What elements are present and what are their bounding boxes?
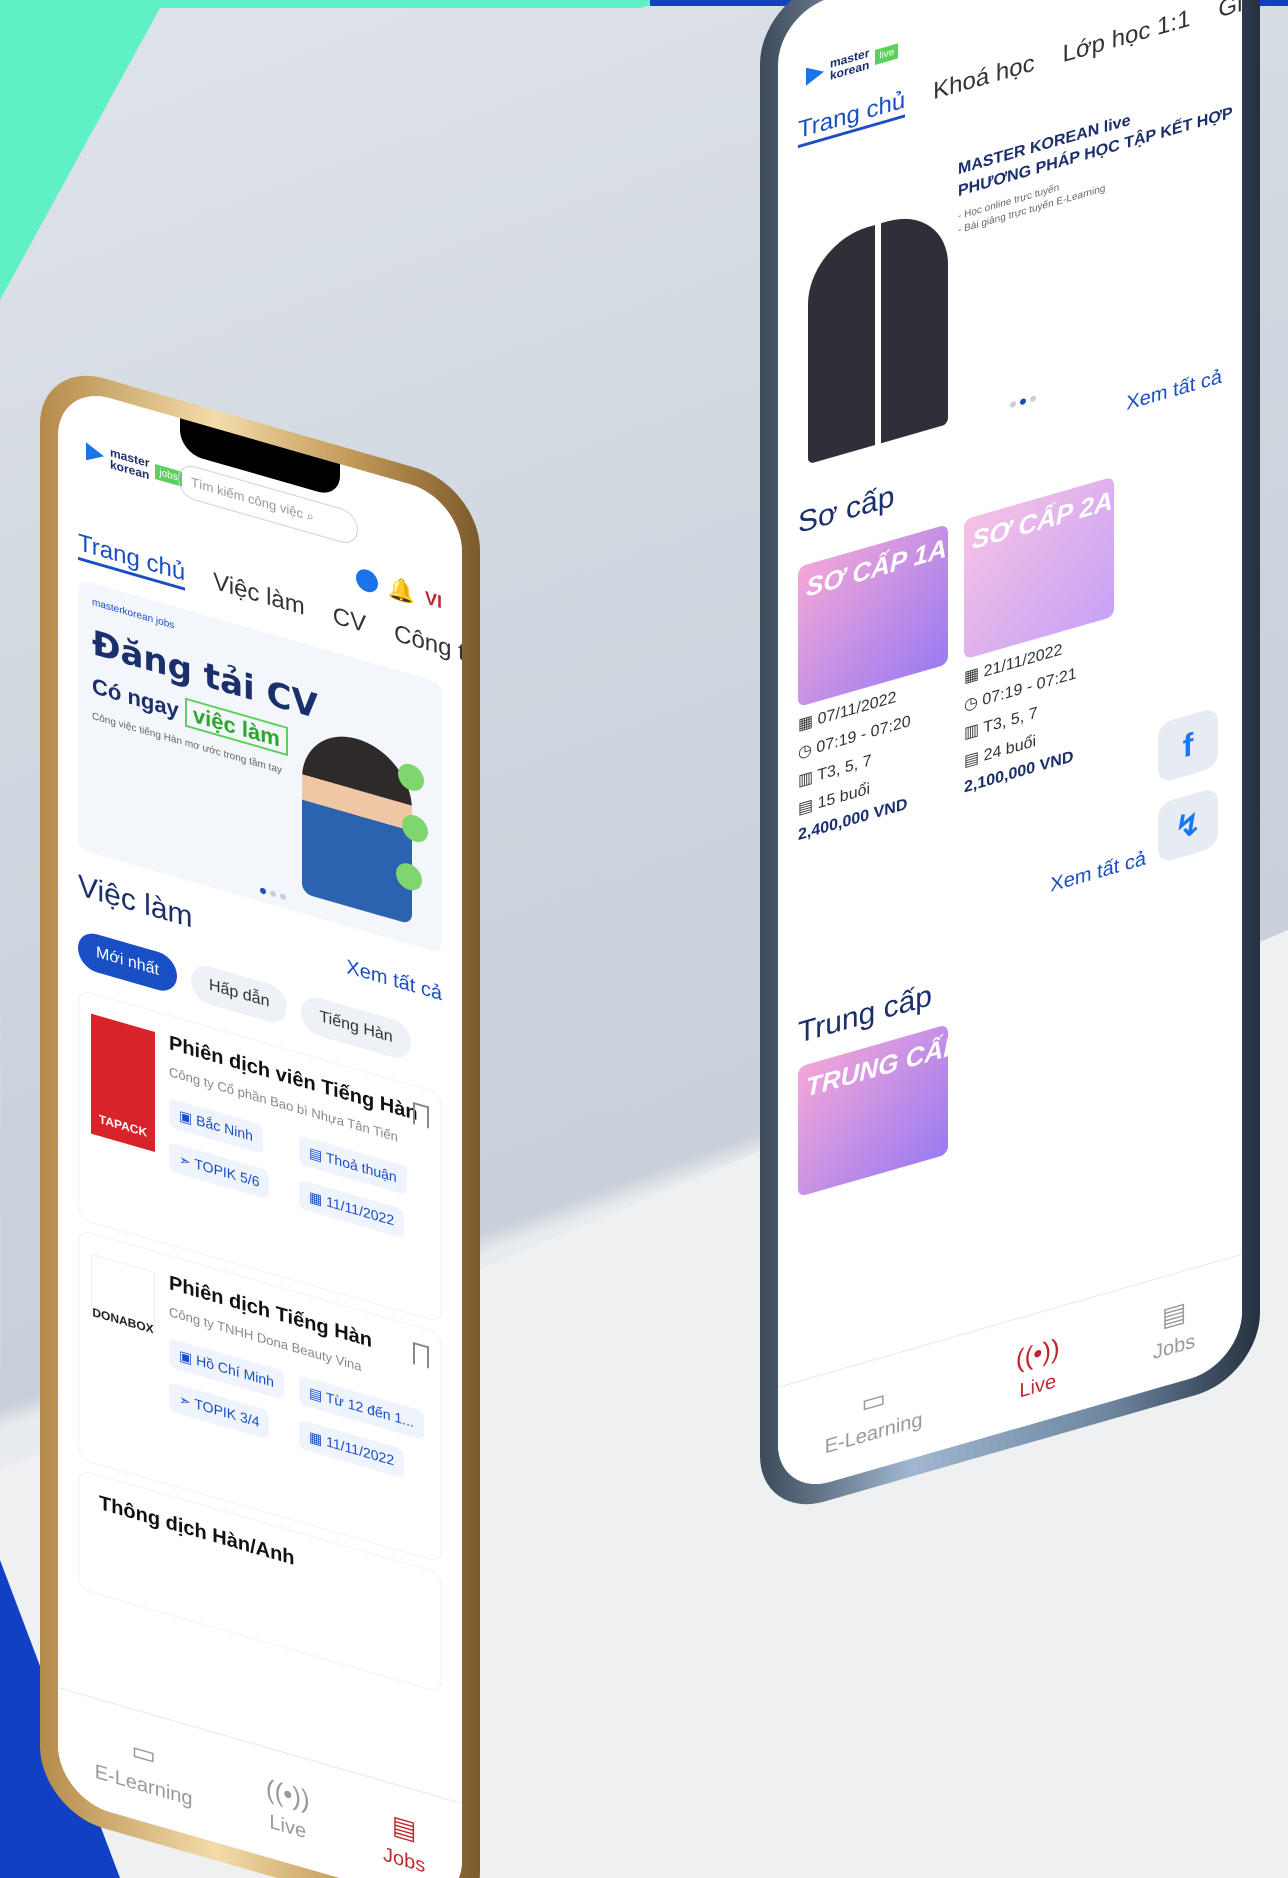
pager-dot[interactable] <box>270 889 276 898</box>
header-actions: 🔔 VI <box>355 564 442 615</box>
section-title-beginner: Sơ cấp <box>798 479 895 541</box>
jobs-logo[interactable]: master korean jobs <box>86 439 182 490</box>
document-icon: ▤ <box>391 1808 417 1846</box>
phone-jobs-app: master korean jobs Tìm kiếm công việc ⌕ … <box>40 360 480 1878</box>
pager-dot[interactable] <box>1010 400 1016 409</box>
course-card[interactable]: TRUNG CẤP 1B <box>798 1024 948 1198</box>
logo-mark-icon <box>806 63 824 86</box>
tab-company[interactable]: Công ty <box>394 620 462 675</box>
phone-live-app: 🔔 VI master korean live Trang chủ Khoá h… <box>760 0 1260 1520</box>
tab-cv[interactable]: CV <box>333 602 366 643</box>
tab-one-on-one[interactable]: Lớp học 1:1 <box>1063 5 1191 73</box>
see-all-link[interactable]: Xem tất cả <box>346 956 442 1006</box>
tab-home[interactable]: Trang chủ <box>78 528 186 591</box>
pager-dot[interactable] <box>280 892 286 901</box>
nav-jobs[interactable]: ▤ Jobs <box>383 1806 425 1878</box>
filter-newest[interactable]: Mới nhất <box>78 928 177 996</box>
monitor-icon: ▭ <box>861 1381 886 1419</box>
language-switch[interactable]: VI <box>425 587 442 613</box>
document-icon: ▤ <box>1161 1295 1187 1333</box>
banner-person-image <box>302 723 412 925</box>
pager-dot[interactable] <box>1030 394 1036 403</box>
monitor-icon: ▭ <box>131 1733 156 1771</box>
jobs-screen: master korean jobs Tìm kiếm công việc ⌕ … <box>58 383 462 1878</box>
live-screen: 🔔 VI master korean live Trang chủ Khoá h… <box>778 0 1242 1497</box>
course-card[interactable]: SƠ CẤP 2A ▦ 21/11/2022 ◷ 07:19 - 07:21 ▥… <box>964 476 1114 797</box>
tab-jobs[interactable]: Việc làm <box>213 568 305 625</box>
nav-elearning[interactable]: ▭ E-Learning <box>825 1371 923 1459</box>
banner-pager <box>1010 394 1036 409</box>
section-title-jobs: Việc làm <box>78 868 193 935</box>
nav-live[interactable]: ((•)) Live <box>266 1772 310 1845</box>
search-icon: ⌕ <box>306 507 314 525</box>
pager-dot[interactable] <box>1020 397 1026 406</box>
nav-elearning[interactable]: ▭ E-Learning <box>95 1723 193 1811</box>
facebook-icon[interactable]: f <box>1158 706 1218 784</box>
live-logo[interactable]: master korean live <box>806 38 899 88</box>
students-image <box>808 204 948 465</box>
logo-tag: live <box>875 42 899 65</box>
company-logo: TAPACK <box>91 1013 155 1152</box>
filter-attractive[interactable]: Hấp dẫn <box>190 961 288 1027</box>
pager-dot[interactable] <box>260 887 266 895</box>
course-card[interactable]: SƠ CẤP 1A ▦ 07/11/2022 ◷ 07:19 - 07:20 ▥… <box>798 524 948 845</box>
course-list: SƠ CẤP 1A ▦ 07/11/2022 ◷ 07:19 - 07:20 ▥… <box>798 476 1114 845</box>
filter-korean[interactable]: Tiếng Hàn <box>301 992 411 1063</box>
bookmark-icon[interactable] <box>413 1341 429 1369</box>
nav-live[interactable]: ((•)) Live <box>1016 1332 1060 1405</box>
broadcast-icon: ((•)) <box>1015 1331 1060 1375</box>
logo-mark-icon <box>86 442 104 465</box>
nav-jobs[interactable]: ▤ Jobs <box>1153 1293 1195 1365</box>
phone-notch <box>930 0 1090 4</box>
company-logo: DONABOX <box>91 1253 155 1337</box>
tab-more[interactable]: Gia <box>1218 0 1242 28</box>
course-thumbnail: TRUNG CẤP 1B <box>798 1024 948 1198</box>
messenger-icon[interactable]: ↯ <box>1158 786 1218 864</box>
avatar-icon[interactable] <box>355 566 378 595</box>
banner-pager <box>260 887 286 901</box>
broadcast-icon: ((•)) <box>265 1772 310 1815</box>
tab-courses[interactable]: Khoá học <box>933 49 1034 109</box>
bell-icon[interactable]: 🔔 <box>388 574 415 608</box>
see-all-link[interactable]: Xem tất cả <box>1050 847 1146 897</box>
bookmark-icon[interactable] <box>413 1101 429 1129</box>
tab-home[interactable]: Trang chủ <box>798 86 906 149</box>
